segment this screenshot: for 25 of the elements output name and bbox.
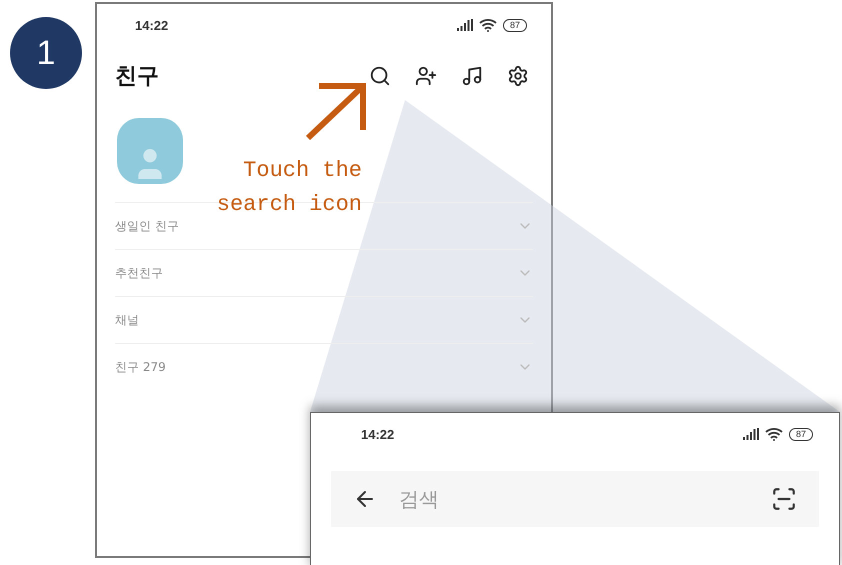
friend-section-row[interactable]: 친구 279: [115, 343, 533, 390]
signal-icon: [742, 428, 759, 440]
status-time: 14:22: [361, 426, 394, 442]
music-note-icon[interactable]: [461, 65, 483, 87]
search-icon[interactable]: [369, 65, 391, 87]
screen-title: 친구: [115, 63, 159, 91]
friend-section-row[interactable]: 추천친구: [115, 249, 533, 296]
section-label: 추천친구: [115, 264, 163, 282]
add-person-icon[interactable]: [415, 65, 437, 87]
signal-icon: [456, 19, 473, 31]
scan-icon[interactable]: [771, 486, 797, 512]
pointer-arrow: [303, 82, 369, 142]
status-time: 14:22: [135, 18, 168, 32]
settings-icon[interactable]: [507, 65, 529, 87]
battery-level: 87: [788, 428, 813, 440]
search-field[interactable]: 검색: [397, 486, 751, 512]
wifi-icon: [478, 18, 497, 32]
section-label: 친구 279: [115, 358, 166, 376]
wifi-icon: [764, 427, 783, 441]
friend-section-row[interactable]: 채널: [115, 296, 533, 343]
section-label: 생일인 친구: [115, 218, 179, 234]
battery-level: 87: [502, 18, 527, 32]
section-label: 채널: [115, 312, 139, 328]
step-number-badge: 1: [10, 17, 82, 89]
search-bar[interactable]: 검색: [331, 471, 819, 527]
